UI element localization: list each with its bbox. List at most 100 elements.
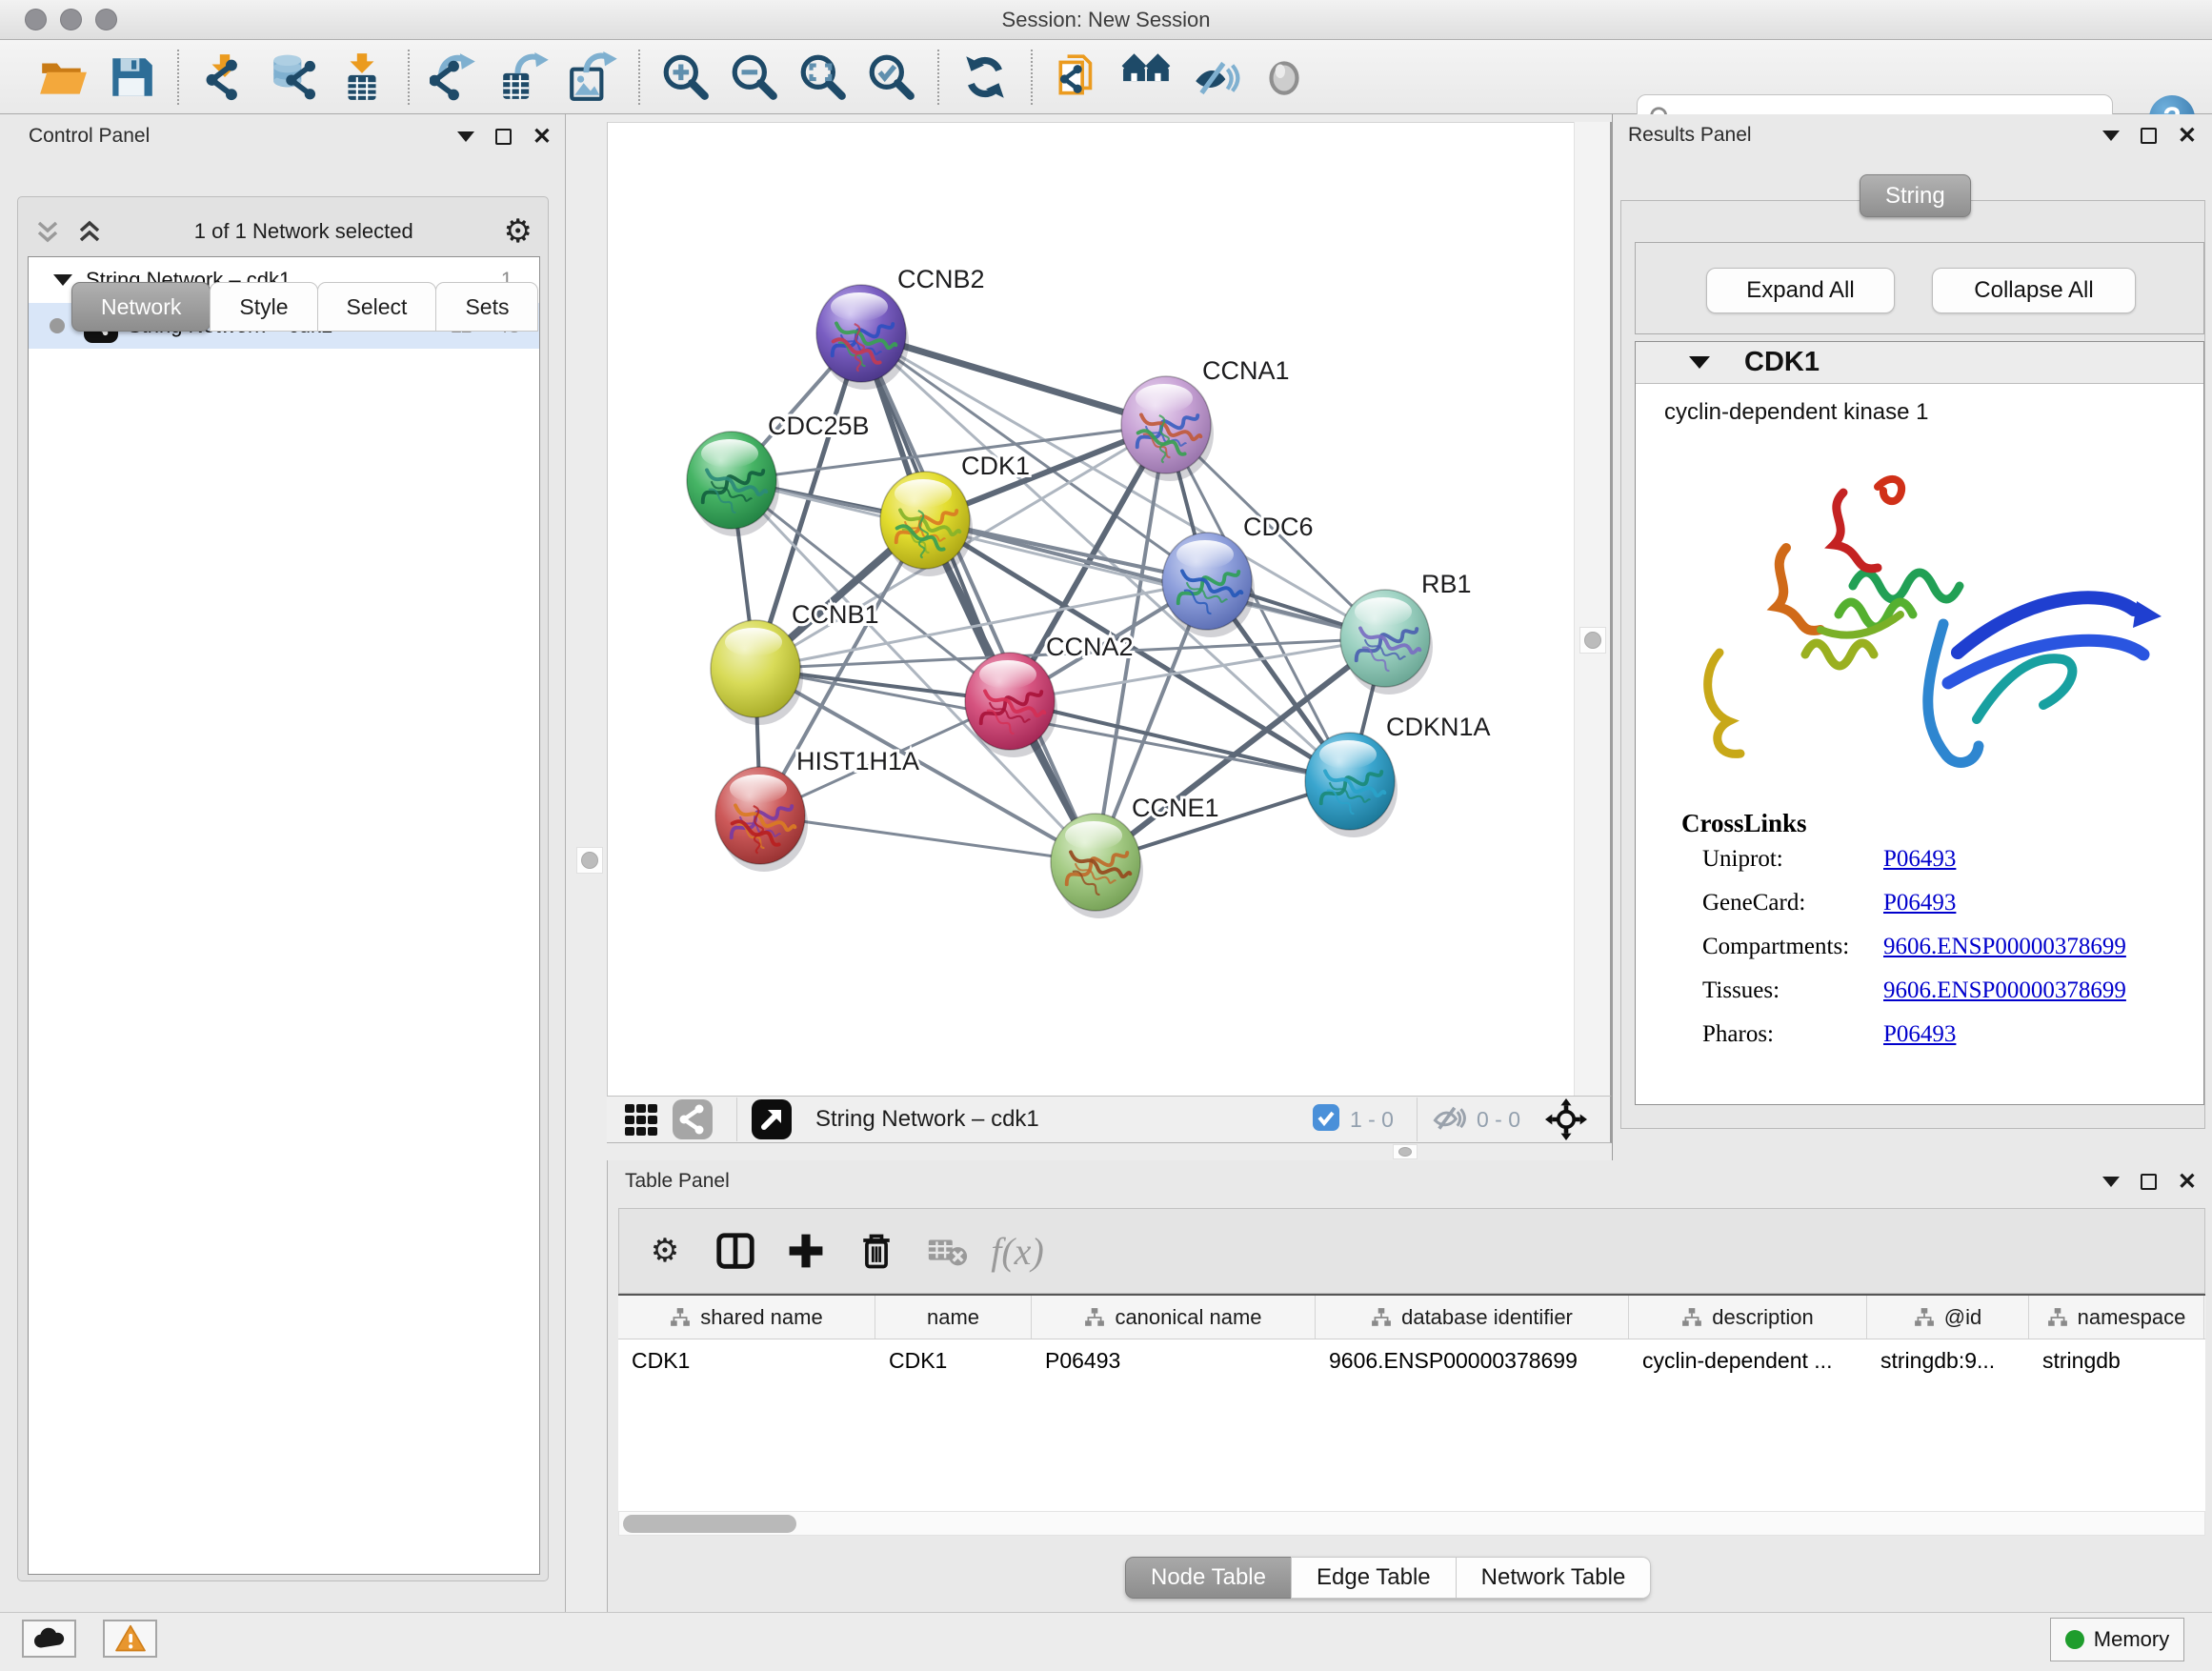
cloud-status-button[interactable] [22, 1620, 76, 1658]
birdseye-view-icon[interactable] [751, 1098, 793, 1140]
maximize-window-button[interactable] [95, 9, 117, 30]
apply-layout-button[interactable] [954, 46, 1016, 109]
column-header-namespace[interactable]: namespace [2029, 1296, 2204, 1339]
export-image-button[interactable] [561, 46, 624, 109]
show-network-overview-button[interactable] [1116, 46, 1178, 109]
horizontal-splitter-handle[interactable] [1393, 1144, 1418, 1159]
collapse-section-icon[interactable] [1689, 356, 1710, 369]
tab-style[interactable]: Style [210, 282, 317, 332]
edge-HIST1H1A-CCNE1[interactable] [760, 815, 1096, 862]
hidden-eye-icon[interactable] [1431, 1099, 1467, 1140]
save-session-button[interactable] [100, 46, 163, 109]
zoom-selected-button[interactable] [860, 46, 923, 109]
show-graphics-details-icon [1258, 51, 1310, 103]
function-builder-icon[interactable]: f(x) [993, 1226, 1042, 1276]
crosslink-link[interactable]: P06493 [1883, 890, 1956, 916]
close-panel-icon[interactable]: ✕ [2178, 1174, 2197, 1190]
selected-checkbox-icon[interactable] [1312, 1103, 1340, 1137]
zoom-fit-content-button[interactable] [792, 46, 855, 109]
node-CDKN1A[interactable] [1305, 733, 1398, 837]
node-CCNB2[interactable] [816, 285, 909, 390]
crosslink-link[interactable]: P06493 [1883, 1021, 1956, 1048]
crosslink-link[interactable]: 9606.ENSP00000378699 [1883, 934, 2126, 960]
column-header-canonical-name[interactable]: canonical name [1032, 1296, 1316, 1339]
export-network-button[interactable] [424, 46, 487, 109]
column-header-name[interactable]: name [875, 1296, 1032, 1339]
node-CDC25B[interactable] [687, 432, 779, 536]
fit-selected-crosshair-icon[interactable] [1545, 1098, 1587, 1140]
node-HIST1H1A[interactable] [715, 767, 808, 872]
expand-all-icon[interactable] [75, 217, 104, 246]
crosslink-link[interactable]: 9606.ENSP00000378699 [1883, 977, 2126, 1004]
import-table-from-file-button[interactable] [331, 46, 393, 109]
right-splitter-handle[interactable] [1579, 627, 1606, 654]
node-CDK1[interactable] [880, 472, 973, 576]
tab-string[interactable]: String [1860, 174, 1971, 217]
table-cell: stringdb:9... [1867, 1339, 2029, 1381]
import-network-from-file-button[interactable] [193, 46, 256, 109]
tab-select[interactable]: Select [317, 282, 437, 332]
delete-table-icon[interactable] [922, 1226, 972, 1276]
zoom-in-button[interactable] [654, 46, 717, 109]
node-CCNE1[interactable] [1051, 814, 1143, 918]
status-bar: Memory [0, 1612, 2212, 1671]
collapse-all-button[interactable]: Collapse All [1932, 268, 2136, 313]
close-panel-icon[interactable]: ✕ [2178, 128, 2197, 144]
collapse-all-icon[interactable] [33, 217, 62, 246]
tab-sets[interactable]: Sets [435, 282, 538, 332]
tab-network[interactable]: Network [71, 282, 211, 332]
network-share-icon[interactable] [672, 1098, 714, 1140]
network-options-gear-icon[interactable]: ⚙ [504, 215, 533, 248]
node-CCNA1[interactable] [1121, 376, 1214, 481]
left-splitter-handle[interactable] [576, 847, 603, 874]
node-RB1[interactable] [1340, 590, 1433, 695]
network-view-canvas[interactable]: CCNB2CCNA1CDC25BCDK1CDC6RB1CCNB1CCNA2CDK… [607, 122, 1574, 1096]
first-neighbors-button[interactable] [1047, 46, 1110, 109]
titlebar: Session: New Session [0, 0, 2212, 40]
export-image-icon [567, 51, 618, 103]
import-network-from-database-button[interactable] [262, 46, 325, 109]
hide-graphics-details-button[interactable] [1184, 46, 1247, 109]
tab-edge-table[interactable]: Edge Table [1291, 1557, 1457, 1599]
zoom-out-button[interactable] [723, 46, 786, 109]
delete-column-trash-icon[interactable] [852, 1226, 901, 1276]
grid-view-icon[interactable] [620, 1098, 662, 1140]
memory-button[interactable]: Memory [2050, 1618, 2184, 1661]
expand-all-button[interactable]: Expand All [1706, 268, 1895, 313]
column-header-database-identifier[interactable]: database identifier [1316, 1296, 1629, 1339]
tab-node-table[interactable]: Node Table [1125, 1557, 1292, 1599]
minimize-window-button[interactable] [60, 9, 82, 30]
tab-network-table[interactable]: Network Table [1456, 1557, 1652, 1599]
table-options-gear-icon[interactable]: ⚙ [640, 1226, 690, 1276]
float-panel-icon[interactable] [2102, 131, 2120, 141]
warnings-button[interactable] [103, 1620, 157, 1658]
column-header-description[interactable]: description [1629, 1296, 1867, 1339]
float-panel-icon[interactable] [2102, 1177, 2120, 1187]
collapse-arrow-icon[interactable] [53, 274, 72, 286]
show-columns-icon[interactable] [711, 1226, 760, 1276]
network-vertical-scrollbar[interactable] [1574, 122, 1612, 1096]
table-horizontal-scrollbar[interactable] [618, 1511, 2205, 1536]
undock-panel-icon[interactable] [2141, 128, 2157, 144]
node-label-CCNA2: CCNA2 [1046, 633, 1134, 661]
float-panel-icon[interactable] [457, 131, 474, 142]
create-column-plus-icon[interactable] [781, 1226, 831, 1276]
node-CCNB1[interactable] [711, 620, 803, 725]
undock-panel-icon[interactable] [495, 129, 512, 145]
edge-CDK1-RB1[interactable] [925, 520, 1385, 638]
column-header--id[interactable]: @id [1867, 1296, 2029, 1339]
scrollbar-thumb[interactable] [623, 1515, 796, 1533]
open-session-button[interactable] [31, 46, 94, 109]
edge-CCNB2-CCNE1[interactable] [861, 333, 1096, 862]
crosslink-link[interactable]: P06493 [1883, 846, 1956, 873]
cloud-icon [31, 1626, 68, 1651]
close-panel-icon[interactable]: ✕ [533, 129, 552, 145]
gene-section-header[interactable]: CDK1 [1636, 342, 2203, 384]
column-header-shared-name[interactable]: shared name [618, 1296, 875, 1339]
table-row[interactable]: CDK1CDK1P064939606.ENSP00000378699cyclin… [618, 1339, 2205, 1381]
export-table-icon [498, 51, 550, 103]
show-graphics-details-button[interactable] [1253, 46, 1316, 109]
export-table-button[interactable] [493, 46, 555, 109]
undock-panel-icon[interactable] [2141, 1174, 2157, 1190]
close-window-button[interactable] [25, 9, 47, 30]
